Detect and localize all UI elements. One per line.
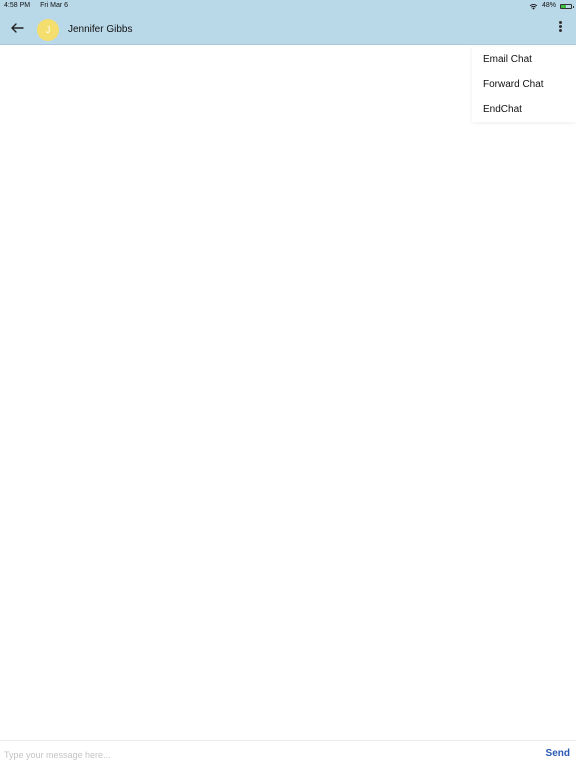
composer-bar: Send xyxy=(0,740,576,768)
arrow-left-icon[interactable] xyxy=(8,19,26,37)
message-input[interactable] xyxy=(4,746,524,764)
more-vertical-icon[interactable] xyxy=(554,20,566,36)
more-dot xyxy=(558,21,562,24)
status-date: Fri Mar 6 xyxy=(40,2,69,9)
battery-percent: 48% xyxy=(541,2,556,9)
chat-screen: 4:58 PM Fri Mar 6 48% J Jennifer Gibbs E… xyxy=(0,0,576,768)
chat-header: J Jennifer Gibbs xyxy=(0,12,576,45)
menu-item-email-chat[interactable]: Email Chat xyxy=(472,47,576,72)
status-right: 48% xyxy=(529,0,574,12)
avatar: J xyxy=(37,19,59,41)
message-list[interactable] xyxy=(0,45,576,740)
wifi-icon xyxy=(529,3,538,10)
status-time: 4:58 PM xyxy=(4,2,31,9)
battery-fill xyxy=(561,4,566,8)
status-left: 4:58 PM Fri Mar 6 xyxy=(4,0,68,12)
status-bar: 4:58 PM Fri Mar 6 48% xyxy=(0,0,576,12)
contact-name: Jennifer Gibbs xyxy=(68,24,133,35)
send-button[interactable]: Send xyxy=(546,748,570,759)
more-dot xyxy=(558,25,562,28)
more-dot xyxy=(558,29,562,32)
menu-item-forward-chat[interactable]: Forward Chat xyxy=(472,72,576,97)
menu-item-end-chat[interactable]: EndChat xyxy=(472,97,576,122)
overflow-menu: Email Chat Forward Chat EndChat xyxy=(472,47,576,122)
battery-icon xyxy=(560,3,574,9)
